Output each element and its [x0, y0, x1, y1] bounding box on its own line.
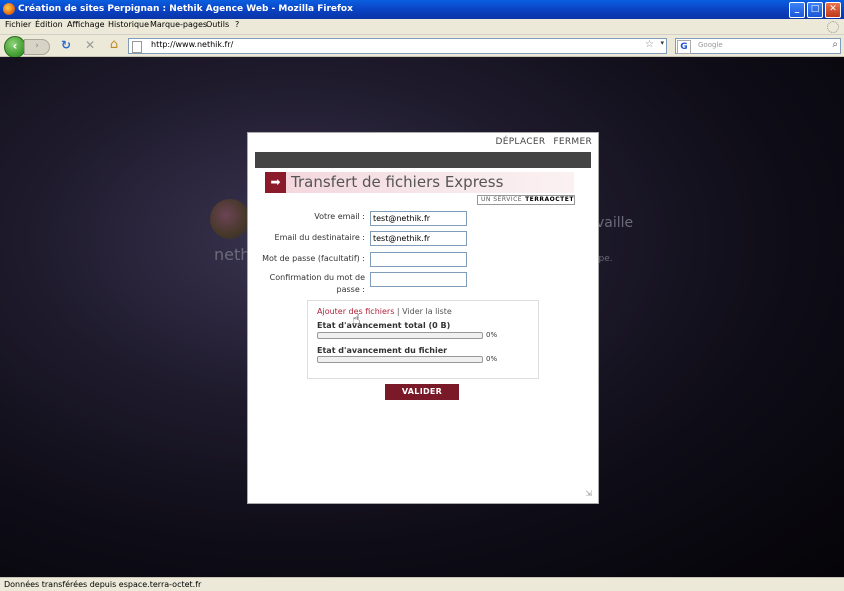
recipient-label: Email du destinataire :: [274, 233, 365, 242]
search-icon[interactable]: ⌕: [832, 39, 838, 50]
menu-help[interactable]: ?: [235, 20, 239, 29]
arrow-right-icon: ➡: [265, 172, 286, 193]
total-progress-percent: 0%: [486, 331, 498, 339]
upload-panel: Ajouter des fichiers | Vider la liste Et…: [307, 300, 539, 379]
email-label: Votre email :: [314, 212, 365, 221]
total-progress-bar: [317, 332, 483, 339]
search-placeholder: Google: [698, 41, 723, 49]
menu-marque-pages[interactable]: Marque-pages: [150, 20, 207, 29]
confirm-password-label-line2: passe :: [336, 285, 365, 294]
upload-links: Ajouter des fichiers | Vider la liste: [317, 307, 452, 316]
menu-outils[interactable]: Outils: [206, 20, 229, 29]
nethik-logo-icon: [210, 199, 250, 239]
recipient-email-field[interactable]: test@nethik.fr: [370, 231, 467, 246]
google-icon[interactable]: G: [677, 40, 691, 54]
close-window-button[interactable]: ✕: [825, 2, 841, 18]
url-text[interactable]: http://www.nethik.fr/: [151, 40, 233, 49]
service-prefix: UN SERVICE: [481, 196, 523, 203]
forward-button[interactable]: ›: [24, 39, 50, 55]
window-controls: _ □ ✕: [789, 2, 841, 18]
link-separator: |: [394, 307, 403, 316]
service-badge: UN SERVICE TERRAOCTET: [477, 195, 575, 205]
status-text: Données transférées depuis espace.terra-…: [4, 580, 202, 589]
maximize-button[interactable]: □: [807, 2, 823, 18]
modal-title-banner: ➡ Transfert de fichiers Express: [265, 172, 574, 193]
total-progress-label: Etat d'avancement total (0 B): [317, 321, 451, 330]
menu-affichage[interactable]: Affichage: [67, 20, 105, 29]
page-icon: [132, 41, 142, 53]
window-title: Création de sites Perpignan : Nethik Age…: [18, 4, 353, 14]
menu-fichier[interactable]: Fichier: [5, 20, 31, 29]
file-progress-percent: 0%: [486, 355, 498, 363]
menu-historique[interactable]: Historique: [108, 20, 149, 29]
modal-header-bar: [255, 152, 591, 168]
confirm-password-label-line1: Confirmation du mot de: [269, 273, 365, 282]
reload-icon[interactable]: ↻: [59, 38, 73, 52]
hand-cursor-icon: ☝: [352, 312, 361, 328]
password-field[interactable]: [370, 252, 467, 267]
search-box[interactable]: G Google ⌕: [675, 38, 841, 54]
background-heading: vaille: [596, 215, 634, 231]
file-transfer-modal: DÉPLACER FERMER ➡ Transfert de fichiers …: [247, 132, 599, 504]
bookmark-star-icon[interactable]: ☆: [645, 39, 654, 50]
move-button[interactable]: DÉPLACER: [495, 137, 545, 147]
file-progress-bar: [317, 356, 483, 363]
url-bar[interactable]: http://www.nethik.fr/ ☆ ▾: [128, 38, 667, 54]
navigation-toolbar: ‹ › ↻ ✕ ⌂ http://www.nethik.fr/ ☆ ▾ G Go…: [0, 35, 844, 58]
menu-edition[interactable]: Édition: [35, 20, 63, 29]
confirm-password-field[interactable]: [370, 272, 467, 287]
window-titlebar: Création de sites Perpignan : Nethik Age…: [0, 0, 844, 19]
modal-title: Transfert de fichiers Express: [291, 173, 504, 191]
back-button[interactable]: ‹: [4, 36, 26, 58]
url-dropdown-icon[interactable]: ▾: [660, 39, 664, 47]
home-icon[interactable]: ⌂: [107, 38, 121, 52]
stop-icon[interactable]: ✕: [83, 38, 97, 52]
close-button[interactable]: FERMER: [553, 137, 592, 147]
file-progress-label: Etat d'avancement du fichier: [317, 346, 448, 355]
resize-handle-icon[interactable]: ⇲: [585, 489, 592, 498]
service-brand: TERRAOCTET: [525, 196, 574, 203]
status-bar: Données transférées depuis espace.terra-…: [0, 577, 844, 591]
firefox-icon: [3, 3, 15, 15]
modal-actions: DÉPLACER FERMER: [495, 137, 592, 147]
email-field[interactable]: test@nethik.fr: [370, 211, 467, 226]
minimize-button[interactable]: _: [789, 2, 805, 18]
submit-button[interactable]: VALIDER: [385, 384, 459, 400]
throbber-icon: [827, 21, 839, 33]
password-label: Mot de passe (facultatif) :: [262, 254, 365, 263]
menu-bar: Fichier Édition Affichage Historique Mar…: [0, 19, 844, 35]
clear-list-link[interactable]: Vider la liste: [402, 307, 452, 316]
